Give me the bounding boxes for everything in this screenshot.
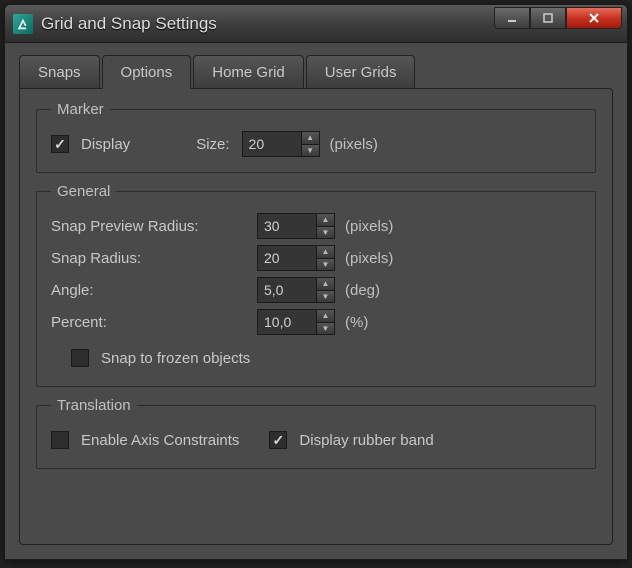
- spinner-up-icon[interactable]: ▲: [317, 214, 334, 227]
- tab-label: Snaps: [38, 64, 81, 81]
- minimize-icon: [506, 12, 518, 24]
- display-label: Display: [81, 136, 130, 153]
- size-label: Size:: [196, 136, 229, 153]
- spinner-down-icon[interactable]: ▼: [302, 145, 319, 157]
- window-title: Grid and Snap Settings: [41, 14, 494, 34]
- tab-options[interactable]: Options: [102, 55, 192, 89]
- size-unit: (pixels): [330, 136, 378, 153]
- snap-radius-spinner: ▲ ▼: [257, 245, 335, 271]
- translation-legend: Translation: [51, 397, 137, 414]
- angle-spinner: ▲ ▼: [257, 277, 335, 303]
- tab-home-grid[interactable]: Home Grid: [193, 55, 304, 89]
- general-legend: General: [51, 183, 116, 200]
- axis-label: Enable Axis Constraints: [81, 432, 239, 449]
- frozen-checkbox[interactable]: [71, 349, 89, 367]
- marker-group: Marker Display Size: ▲ ▼ (pixels): [36, 101, 596, 173]
- tab-snaps[interactable]: Snaps: [19, 55, 100, 89]
- spinner-up-icon[interactable]: ▲: [317, 310, 334, 323]
- tab-label: Options: [121, 64, 173, 81]
- percent-spinner: ▲ ▼: [257, 309, 335, 335]
- snap-radius-unit: (pixels): [345, 250, 393, 267]
- tab-label: Home Grid: [212, 64, 285, 81]
- spinner-up-icon[interactable]: ▲: [317, 246, 334, 259]
- snap-preview-unit: (pixels): [345, 218, 393, 235]
- spinner-down-icon[interactable]: ▼: [317, 291, 334, 303]
- axis-checkbox[interactable]: [51, 431, 69, 449]
- angle-input[interactable]: [258, 278, 316, 302]
- maximize-icon: [542, 12, 554, 24]
- tab-row: Snaps Options Home Grid User Grids: [19, 55, 613, 89]
- close-button[interactable]: [566, 7, 622, 29]
- marker-legend: Marker: [51, 101, 110, 118]
- percent-label: Percent:: [51, 314, 251, 331]
- spinner-up-icon[interactable]: ▲: [317, 278, 334, 291]
- angle-label: Angle:: [51, 282, 251, 299]
- size-input[interactable]: [243, 132, 301, 156]
- tab-panel-options: Marker Display Size: ▲ ▼ (pixels): [19, 88, 613, 545]
- percent-input[interactable]: [258, 310, 316, 334]
- general-group: General Snap Preview Radius: ▲ ▼ (pixels…: [36, 183, 596, 387]
- snap-preview-input[interactable]: [258, 214, 316, 238]
- spinner-up-icon[interactable]: ▲: [302, 132, 319, 145]
- snap-radius-label: Snap Radius:: [51, 250, 251, 267]
- spinner-down-icon[interactable]: ▼: [317, 227, 334, 239]
- titlebar[interactable]: Grid and Snap Settings: [5, 5, 627, 43]
- frozen-label: Snap to frozen objects: [101, 350, 250, 367]
- dialog-content: Snaps Options Home Grid User Grids Marke…: [5, 43, 627, 559]
- snap-preview-spinner: ▲ ▼: [257, 213, 335, 239]
- percent-unit: (%): [345, 314, 368, 331]
- translation-group: Translation Enable Axis Constraints Disp…: [36, 397, 596, 469]
- maximize-button[interactable]: [530, 7, 566, 29]
- app-icon: [13, 14, 33, 34]
- display-checkbox[interactable]: [51, 135, 69, 153]
- rubber-label: Display rubber band: [299, 432, 433, 449]
- tab-label: User Grids: [325, 64, 397, 81]
- snap-preview-label: Snap Preview Radius:: [51, 218, 251, 235]
- spinner-down-icon[interactable]: ▼: [317, 323, 334, 335]
- minimize-button[interactable]: [494, 7, 530, 29]
- size-spinner: ▲ ▼: [242, 131, 320, 157]
- dialog-window: Grid and Snap Settings Snaps Options Hom…: [4, 4, 628, 560]
- snap-radius-input[interactable]: [258, 246, 316, 270]
- window-controls: [494, 7, 622, 31]
- rubber-checkbox[interactable]: [269, 431, 287, 449]
- tab-user-grids[interactable]: User Grids: [306, 55, 416, 89]
- angle-unit: (deg): [345, 282, 380, 299]
- spinner-down-icon[interactable]: ▼: [317, 259, 334, 271]
- close-icon: [588, 12, 600, 24]
